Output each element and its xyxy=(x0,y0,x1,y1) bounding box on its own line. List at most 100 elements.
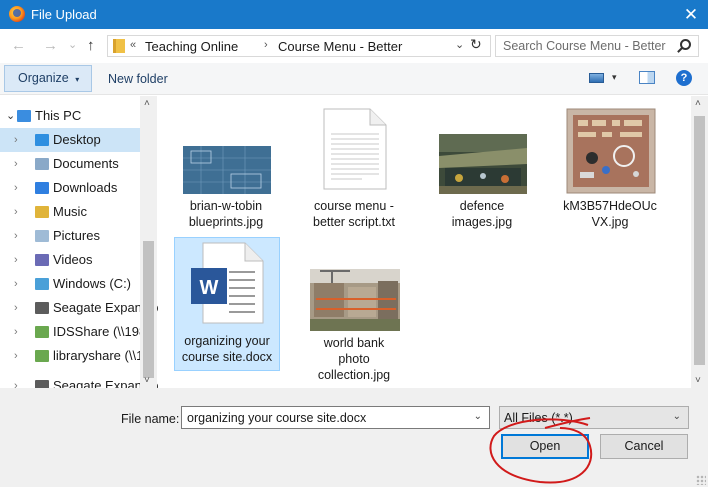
file-item-km3b57[interactable]: kM3B57HdeOUc VX.jpg xyxy=(558,108,664,242)
file-item-course-menu-script[interactable]: course menu - better script.txt xyxy=(302,108,408,242)
search-icon[interactable] xyxy=(680,39,691,50)
collapsed-chevron-icon[interactable]: › xyxy=(14,248,18,272)
parts-board-image-thumbnail xyxy=(566,108,656,194)
nav-item[interactable]: › Videos xyxy=(0,248,140,272)
file-name: organizing your course site.docx xyxy=(181,334,273,364)
back-arrow-icon[interactable]: ← xyxy=(11,37,26,54)
file-name: world bank photo collection.jpg xyxy=(317,336,391,382)
firefox-icon xyxy=(9,6,25,22)
nav-item[interactable]: › IDSShare (\\198. xyxy=(0,320,150,344)
file-item-blueprints[interactable]: brian-w-tobin blueprints.jpg xyxy=(174,108,280,242)
blueprint-image-thumbnail xyxy=(183,146,271,194)
organize-button[interactable]: Organize ▾ xyxy=(4,65,92,92)
close-button[interactable]: ✕ xyxy=(674,0,708,29)
title-bar: File Upload ✕ xyxy=(0,0,708,29)
file-name: defence images.jpg xyxy=(451,199,513,229)
file-name: course menu - better script.txt xyxy=(313,199,395,229)
file-name-dropdown-icon[interactable]: ⌄ xyxy=(474,411,482,422)
documents-folder-icon xyxy=(35,158,49,170)
desktop-folder-icon xyxy=(35,134,49,146)
address-field[interactable]: « Teaching Online › Course Menu - Better… xyxy=(107,35,491,57)
nav-item[interactable]: › Music xyxy=(0,200,140,224)
refresh-icon[interactable]: ↻ xyxy=(470,36,482,53)
cancel-button[interactable]: Cancel xyxy=(600,434,688,459)
forward-arrow-icon[interactable]: → xyxy=(43,37,58,54)
nav-item[interactable]: › Seagate Expansio xyxy=(0,296,158,320)
open-button[interactable]: Open xyxy=(501,434,589,459)
change-view-icon[interactable] xyxy=(589,73,604,83)
file-name: brian-w-tobin blueprints.jpg xyxy=(188,199,264,229)
nav-item-label: Desktop xyxy=(53,132,101,147)
nav-item[interactable]: › Desktop xyxy=(0,128,140,152)
scroll-up-arrow-icon[interactable]: ˄ xyxy=(695,98,701,109)
collapsed-chevron-icon[interactable]: › xyxy=(14,374,18,388)
dialog-footer: File name: organizing your course site.d… xyxy=(0,388,708,487)
text-file-icon xyxy=(323,108,387,190)
scroll-down-arrow-icon[interactable]: ˅ xyxy=(144,375,150,386)
network-drive-icon xyxy=(35,350,49,362)
breadcrumb-course-menu-better[interactable]: Course Menu - Better xyxy=(278,39,402,54)
nav-item-label: Music xyxy=(53,204,87,219)
overflow-crumb-icon[interactable]: « xyxy=(130,39,136,51)
breadcrumb-teaching-online[interactable]: Teaching Online xyxy=(145,39,238,54)
navigation-pane: ⌄ This PC › Desktop › Documents › Downloads › Mus… xyxy=(0,96,158,388)
nav-item[interactable]: › libraryshare (\\1 xyxy=(0,344,143,368)
word-letter: W xyxy=(200,277,219,299)
search-input[interactable] xyxy=(496,36,676,56)
expand-chevron-icon[interactable]: ⌄ xyxy=(6,104,15,128)
recent-locations-chevron-icon[interactable]: ⌄ xyxy=(68,38,77,51)
folder-icon xyxy=(113,39,125,53)
resize-grip[interactable] xyxy=(696,475,706,485)
nav-item[interactable]: ⌄ This PC xyxy=(0,104,140,128)
search-box[interactable] xyxy=(495,35,699,57)
window-title: File Upload xyxy=(31,7,97,22)
new-folder-button[interactable]: New folder xyxy=(108,72,168,86)
nav-item[interactable]: › Windows (C:) xyxy=(0,272,140,296)
file-name-field[interactable]: organizing your course site.docx ⌄ xyxy=(181,406,490,429)
external-drive-icon xyxy=(35,380,49,388)
aircraft-hangar-image-thumbnail xyxy=(439,134,527,194)
nav-item[interactable]: › Seagate Expansion xyxy=(0,374,158,388)
address-dropdown-icon[interactable]: ⌄ xyxy=(455,38,464,51)
help-icon[interactable]: ? xyxy=(676,70,692,86)
up-arrow-icon[interactable]: ↑ xyxy=(87,37,95,54)
view-options-caret-icon[interactable]: ▾ xyxy=(612,72,617,83)
collapsed-chevron-icon[interactable]: › xyxy=(14,296,18,320)
nav-item-label: Pictures xyxy=(53,228,100,243)
drive-icon xyxy=(35,278,49,290)
word-document-icon: W xyxy=(191,242,264,324)
scroll-up-arrow-icon[interactable]: ˄ xyxy=(144,98,150,109)
nav-item[interactable]: › Pictures xyxy=(0,224,140,248)
organize-label: Organize xyxy=(18,71,69,85)
pictures-folder-icon xyxy=(35,230,49,242)
collapsed-chevron-icon[interactable]: › xyxy=(14,320,18,344)
address-bar: ← → ⌄ ↑ « Teaching Online › Course Menu … xyxy=(0,29,708,63)
collapsed-chevron-icon[interactable]: › xyxy=(14,128,18,152)
scroll-down-arrow-icon[interactable]: ˅ xyxy=(695,375,701,386)
network-drive-icon xyxy=(35,326,49,338)
collapsed-chevron-icon[interactable]: › xyxy=(14,224,18,248)
file-name-value[interactable]: organizing your course site.docx xyxy=(187,411,366,425)
breadcrumb-separator: › xyxy=(264,39,268,51)
nav-item[interactable]: › Documents xyxy=(0,152,140,176)
collapsed-chevron-icon[interactable]: › xyxy=(14,200,18,224)
collapsed-chevron-icon[interactable]: › xyxy=(14,152,18,176)
file-item-world-bank-photo[interactable]: world bank photo collection.jpg xyxy=(302,237,408,382)
command-bar: Organize ▾ New folder ▾ ? xyxy=(0,63,708,95)
file-type-select[interactable]: All Files (*.*) ⌄ xyxy=(499,406,689,429)
collapsed-chevron-icon[interactable]: › xyxy=(14,344,18,368)
scrollbar-thumb[interactable] xyxy=(694,116,705,365)
collapsed-chevron-icon[interactable]: › xyxy=(14,176,18,200)
navigation-scrollbar[interactable]: ˄ ˅ xyxy=(140,96,157,388)
file-item-defence-images[interactable]: defence images.jpg xyxy=(430,108,536,242)
organize-caret-icon: ▾ xyxy=(75,75,80,84)
scrollbar-thumb[interactable] xyxy=(143,241,154,378)
file-type-dropdown-icon[interactable]: ⌄ xyxy=(673,411,681,422)
nav-item[interactable]: › Downloads xyxy=(0,176,140,200)
collapsed-chevron-icon[interactable]: › xyxy=(14,272,18,296)
file-list-scrollbar[interactable]: ˄ ˅ xyxy=(691,96,708,388)
preview-pane-icon[interactable] xyxy=(639,71,655,84)
file-item-organizing-course-site[interactable]: W organizing your course site.docx xyxy=(174,237,280,371)
file-list: brian-w-tobin blueprints.jpg course menu… xyxy=(158,96,692,388)
nav-item-label: This PC xyxy=(35,108,82,123)
